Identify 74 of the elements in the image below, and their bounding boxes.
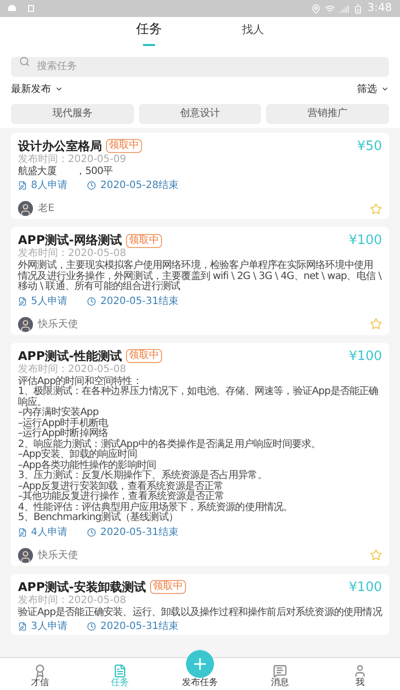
application-icon (18, 528, 27, 536)
clock-icon (87, 296, 96, 306)
sort-dropdown[interactable]: 最新发布 (11, 82, 63, 96)
avatar (18, 201, 33, 216)
publish-date: 发布时间：2020-05-08 (18, 248, 128, 259)
task-card[interactable]: APP测试-安装卸载测试 领取中 ¥100 发布时间：2020-05-08 验证App是否能正确安装、运行、卸载以及操作过程和操作前后对系统资源的使用情况 3人申请 2020-05-31结束 (11, 574, 389, 635)
author-name: 老E (38, 202, 54, 216)
status-badge: 领取中 (126, 349, 162, 363)
nav-icon (33, 664, 47, 678)
category-chip[interactable]: 营销推广 (266, 104, 389, 124)
task-card[interactable]: 设计办公室格局 领取中 ¥50 发布时间：2020-05-09 航盛大厦 ，500平 8人申请 2020-05-28结束 老E (11, 132, 389, 219)
application-icon (18, 622, 27, 631)
publish-date: 发布时间：2020-05-08 (18, 594, 128, 606)
nav-item[interactable]: 才信 (0, 658, 80, 690)
deadline: 2020-05-31结束 (100, 296, 178, 306)
deadline: 2020-05-28结束 (100, 180, 178, 191)
publish-date: 发布时间：2020-05-08 (18, 364, 128, 374)
search-field[interactable]: 搜索任务 (11, 56, 389, 76)
deadline: 2020-05-31结束 (100, 621, 178, 632)
wifi-icon (325, 4, 336, 14)
category-chip[interactable]: 创意设计 (138, 104, 262, 124)
task-description: 验证App是否能正确安装、运行、卸载以及操作过程和操作前后对系统资源的使用情况 (18, 608, 382, 618)
applicant-count: 4人申请 (31, 526, 68, 538)
author-name: 快乐天使 (38, 548, 78, 562)
status-badge: 领取中 (126, 234, 162, 248)
task-description: 评估App的时间和空间特性： 1、极限测试：在各种边界压力情况下，如电池、存储、网速等，验证App是否能正确响应。 –内存满时安装App –运行App时手机断电 –运行App时断掉网络 2、响应能力测试：测试App中的各类操作是否满足用户响应时间要求。 –App安装、卸载的响应时间 –App各类功能性操作的影响时间 3、压力测试：反复/长期操作下、系统资源是否占用异常。 –App反复进行安装卸载，查看系统资源是否正常 –其他功能反复进行操作，查看系统资源是否正常 4、性能评估：评估典型用户应用场景下，系统资源的使用情况。 5、Benchmarking测试（基线测试） (18, 376, 380, 524)
applicant-count: 3人申请 (31, 621, 68, 632)
nav-icon (353, 664, 367, 678)
status-badge: 领取中 (106, 139, 142, 153)
task-price: ¥100 (348, 233, 382, 248)
task-card[interactable]: APP测试-网络测试 领取中 ¥100 发布时间：2020-05-08 外网测试，主要现实模拟客户使用网络环境，检验客户单程序在实际网络环境中使用情况及进行业务操作，外网测试，主要覆盖到 wifi \ 2G \ 3G \ 4G、net \ wap、电信 \ 移动 \ 联通、所有可能的组合进行测试 5人申请 2020-05-31结束 快乐天使 (11, 227, 389, 334)
favorite-star-icon[interactable] (370, 318, 382, 330)
publish-date: 发布时间：2020-05-09 (18, 154, 128, 164)
task-price: ¥50 (357, 138, 382, 154)
task-title: APP测试-性能测试 (18, 348, 122, 364)
battery-icon (353, 4, 364, 14)
clock-icon (87, 528, 96, 536)
nav-item[interactable]: 我 (320, 658, 400, 690)
task-card[interactable] (11, 342, 389, 566)
task-description: 外网测试，主要现实模拟客户使用网络环境，检验客户单程序在实际网络环境中使用情况及进行业务操作，外网测试，主要覆盖到 wifi \ 2G \ 3G \ 4G、net \ wap、电信 \ 移动 \ 联通、所有可能的组合进行测试 (18, 261, 382, 292)
task-title: APP测试-安装卸载测试 (18, 580, 146, 594)
avatar (18, 548, 33, 562)
favorite-star-icon[interactable] (370, 549, 382, 561)
deadline: 2020-05-31结束 (100, 526, 178, 538)
applicant-count: 5人申请 (31, 296, 68, 306)
nav-icon (113, 664, 127, 678)
filter-dropdown[interactable]: 筛选 (357, 82, 389, 96)
task-price: ¥100 (348, 348, 382, 364)
task-description: 航盛大厦 ，500平 (18, 166, 114, 177)
nav-item[interactable]: 发布任务 (160, 646, 240, 690)
task-title: 设计办公室格局 (18, 138, 102, 154)
tab[interactable]: 找人 (242, 17, 264, 49)
location-icon (311, 4, 322, 14)
nav-item[interactable]: 消息 (240, 658, 320, 690)
clock-icon (87, 622, 96, 631)
notification-icon (28, 5, 34, 12)
chevron-down-icon (381, 85, 389, 93)
favorite-star-icon[interactable] (370, 202, 382, 214)
search-icon (19, 56, 30, 67)
nav-icon (273, 664, 287, 678)
signal-icon (339, 4, 350, 14)
application-icon (18, 181, 27, 190)
applicant-count: 8人申请 (31, 180, 68, 191)
application-icon (18, 296, 27, 306)
category-chip[interactable]: 现代服务 (11, 104, 134, 124)
notification-icon (8, 5, 16, 11)
avatar (18, 316, 33, 332)
clock-icon (87, 181, 96, 190)
task-title: APP测试-网络测试 (18, 233, 122, 248)
status-badge: 领取中 (150, 580, 186, 594)
author-name: 快乐天使 (38, 318, 78, 332)
chevron-down-icon (55, 85, 63, 93)
task-price: ¥100 (348, 580, 382, 594)
tab[interactable]: 任务 (136, 17, 162, 49)
